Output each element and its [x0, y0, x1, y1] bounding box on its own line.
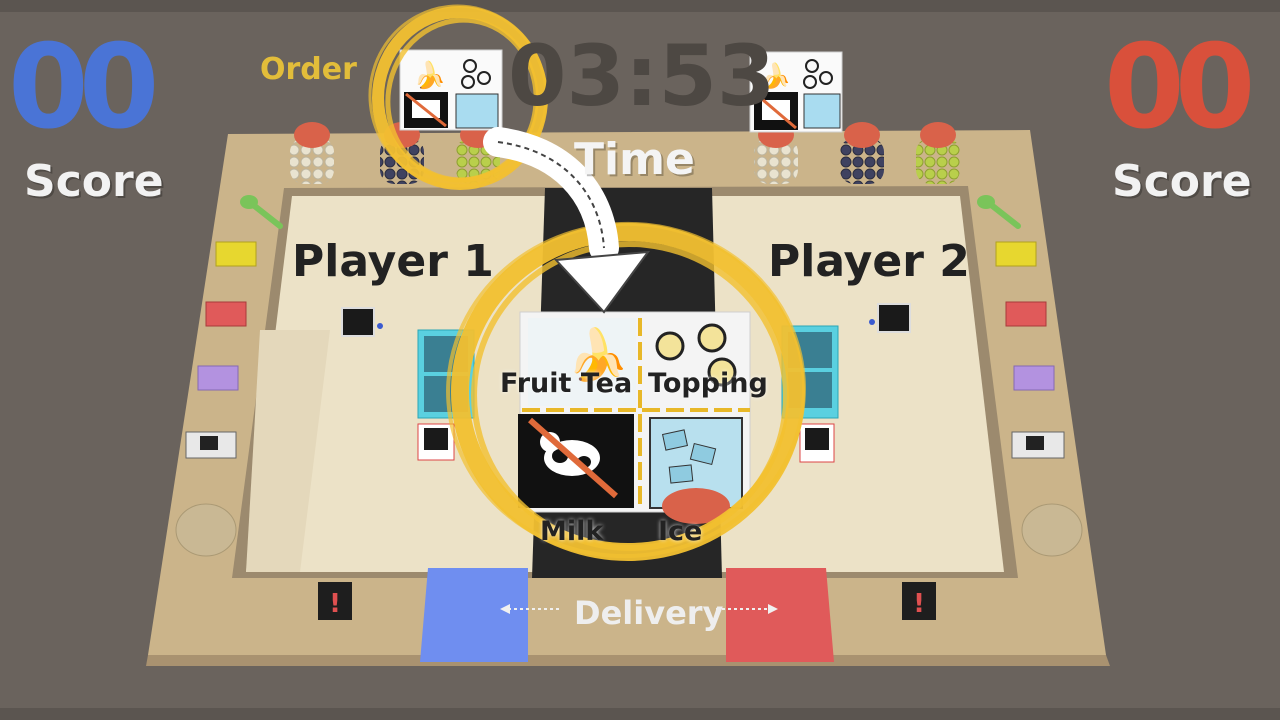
- ice-label: Ice: [658, 516, 703, 547]
- no-milk-cow-icon: [518, 414, 634, 508]
- top-frame: [0, 0, 1280, 12]
- player2-score-label: Score: [1112, 156, 1252, 207]
- player2-label: Player 2: [768, 236, 970, 287]
- milk-label: Milk: [540, 516, 604, 547]
- player1-delivery-pad: [420, 568, 528, 662]
- timer: 03:53: [508, 27, 776, 125]
- player1-score-label: Score: [24, 156, 164, 207]
- banana-icon: 🍌: [414, 60, 446, 91]
- player2-delivery-pad: [726, 568, 834, 662]
- order-label: Order: [260, 52, 357, 87]
- fruit-tea-label: Fruit Tea: [500, 368, 633, 399]
- time-label: Time: [574, 134, 695, 185]
- order-card-small-left: 🍌: [399, 49, 503, 131]
- topping-label: Topping: [648, 368, 768, 399]
- player1-label: Player 1: [292, 236, 494, 287]
- jar-green-jelly-2: [916, 122, 960, 184]
- player1-score: 00: [8, 20, 159, 155]
- player2-score: 00: [1104, 20, 1255, 155]
- alert-icon: !: [329, 589, 341, 619]
- alert-icon: !: [913, 589, 925, 619]
- game-screen: ! ! 🍌 🍌 🍌 00 Score 00 Score Order 03:53 …: [0, 0, 1280, 720]
- delivery-label: Delivery: [574, 594, 724, 632]
- jar-pearls: [290, 122, 334, 184]
- jar-blueberry-2: [840, 122, 884, 184]
- order-card-large: 🍌: [518, 311, 751, 524]
- bottom-frame: [0, 708, 1280, 720]
